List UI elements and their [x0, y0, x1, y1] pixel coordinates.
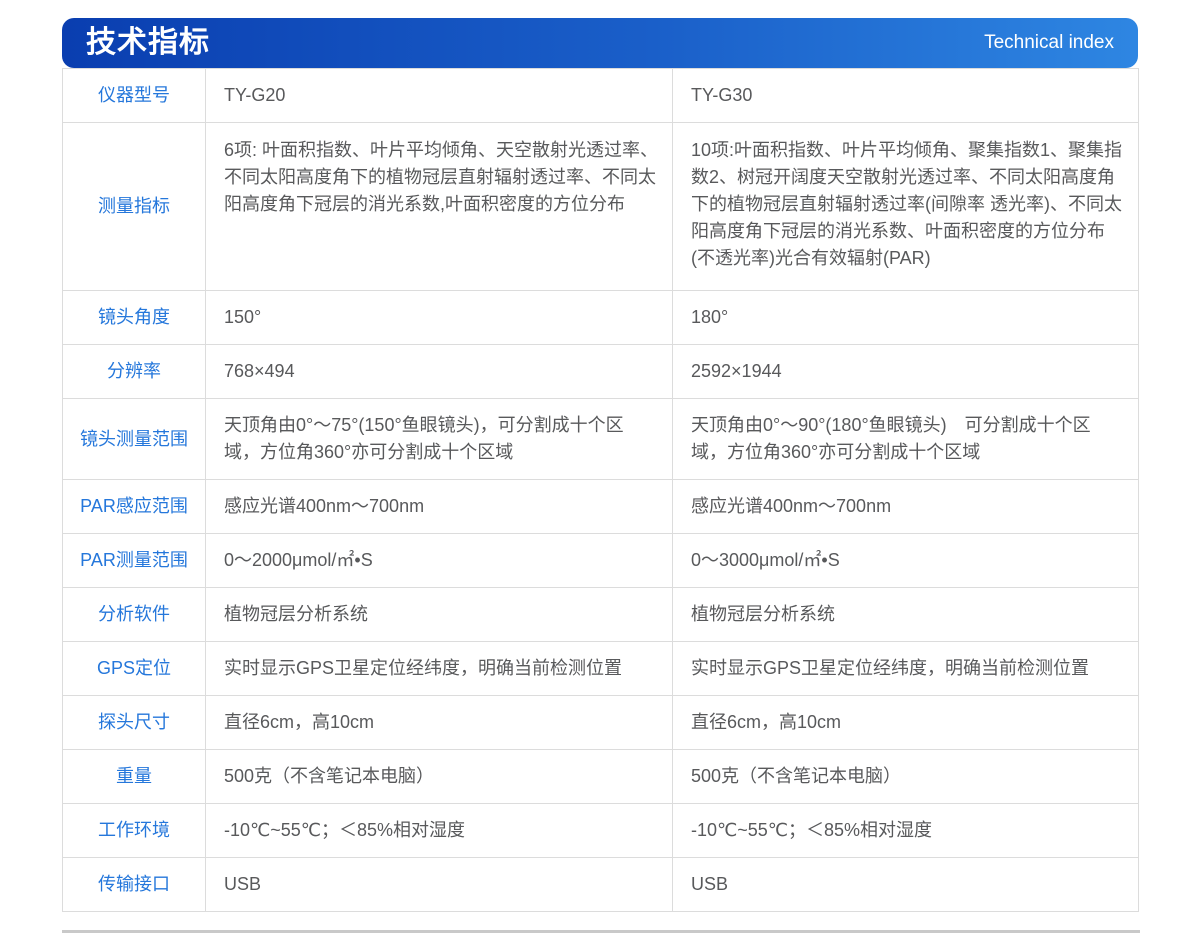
- spec-value-g20: 直径6cm，高10cm: [206, 696, 673, 750]
- spec-value-g20: -10℃~55℃；＜85%相对湿度: [206, 804, 673, 858]
- spec-table: 仪器型号 TY-G20 TY-G30 测量指标 6项: 叶面积指数、叶片平均倾角…: [62, 68, 1139, 912]
- spec-label: 工作环境: [63, 804, 206, 858]
- table-row-weight: 重量 500克（不含笔记本电脑） 500克（不含笔记本电脑）: [63, 750, 1139, 804]
- table-row-probe-size: 探头尺寸 直径6cm，高10cm 直径6cm，高10cm: [63, 696, 1139, 750]
- spec-value-g30: 天顶角由0°～90°(180°鱼眼镜头) 可分割成十个区域，方位角360°亦可分…: [673, 399, 1139, 480]
- spec-value-g20: 6项: 叶面积指数、叶片平均倾角、天空散射光透过率、不同太阳高度角下的植物冠层直…: [206, 123, 673, 291]
- spec-value-g20: 植物冠层分析系统: [206, 588, 673, 642]
- spec-value-g30: 500克（不含笔记本电脑）: [673, 750, 1139, 804]
- spec-value-g30: 10项:叶面积指数、叶片平均倾角、聚集指数1、聚集指数2、树冠开阔度天空散射光透…: [673, 123, 1139, 291]
- spec-value-g30: TY-G30: [673, 69, 1139, 123]
- table-row-model: 仪器型号 TY-G20 TY-G30: [63, 69, 1139, 123]
- table-row-software: 分析软件 植物冠层分析系统 植物冠层分析系统: [63, 588, 1139, 642]
- spec-value-g30: 直径6cm，高10cm: [673, 696, 1139, 750]
- spec-label: 重量: [63, 750, 206, 804]
- spec-value-g20: 150°: [206, 291, 673, 345]
- table-row-environment: 工作环境 -10℃~55℃；＜85%相对湿度 -10℃~55℃；＜85%相对湿度: [63, 804, 1139, 858]
- spec-value-g30: 0～3000μmol/㎡•S: [673, 534, 1139, 588]
- spec-value-g20: TY-G20: [206, 69, 673, 123]
- spec-label: PAR感应范围: [63, 480, 206, 534]
- spec-value-g30: -10℃~55℃；＜85%相对湿度: [673, 804, 1139, 858]
- table-row-lens-angle: 镜头角度 150° 180°: [63, 291, 1139, 345]
- spec-label: 镜头角度: [63, 291, 206, 345]
- table-row-indicators: 测量指标 6项: 叶面积指数、叶片平均倾角、天空散射光透过率、不同太阳高度角下的…: [63, 123, 1139, 291]
- spec-value-g20: 感应光谱400nm～700nm: [206, 480, 673, 534]
- spec-label: PAR测量范围: [63, 534, 206, 588]
- spec-value-g20: 768×494: [206, 345, 673, 399]
- spec-label: 探头尺寸: [63, 696, 206, 750]
- spec-value-g30: USB: [673, 858, 1139, 912]
- page-subtitle-english: Technical index: [984, 32, 1114, 54]
- table-row-interface: 传输接口 USB USB: [63, 858, 1139, 912]
- spec-value-g20: 0～2000μmol/㎡•S: [206, 534, 673, 588]
- spec-label: 分析软件: [63, 588, 206, 642]
- spec-label: GPS定位: [63, 642, 206, 696]
- spec-value-g20: 实时显示GPS卫星定位经纬度，明确当前检测位置: [206, 642, 673, 696]
- spec-value-g30: 实时显示GPS卫星定位经纬度，明确当前检测位置: [673, 642, 1139, 696]
- spec-value-g30: 2592×1944: [673, 345, 1139, 399]
- table-row-resolution: 分辨率 768×494 2592×1944: [63, 345, 1139, 399]
- spec-value-g20: 500克（不含笔记本电脑）: [206, 750, 673, 804]
- table-row-par-range: PAR测量范围 0～2000μmol/㎡•S 0～3000μmol/㎡•S: [63, 534, 1139, 588]
- spec-table-body: 仪器型号 TY-G20 TY-G30 测量指标 6项: 叶面积指数、叶片平均倾角…: [63, 69, 1139, 912]
- section-header-bar: 技术指标 Technical index: [62, 18, 1138, 68]
- table-row-lens-range: 镜头测量范围 天顶角由0°～75°(150°鱼眼镜头)，可分割成十个区域，方位角…: [63, 399, 1139, 480]
- spec-value-g20: USB: [206, 858, 673, 912]
- table-row-gps: GPS定位 实时显示GPS卫星定位经纬度，明确当前检测位置 实时显示GPS卫星定…: [63, 642, 1139, 696]
- table-row-par-sensing: PAR感应范围 感应光谱400nm～700nm 感应光谱400nm～700nm: [63, 480, 1139, 534]
- spec-value-g20: 天顶角由0°～75°(150°鱼眼镜头)，可分割成十个区域，方位角360°亦可分…: [206, 399, 673, 480]
- spec-label: 测量指标: [63, 123, 206, 291]
- spec-label: 仪器型号: [63, 69, 206, 123]
- bottom-divider-line: [62, 930, 1140, 933]
- spec-label: 镜头测量范围: [63, 399, 206, 480]
- spec-value-g30: 感应光谱400nm～700nm: [673, 480, 1139, 534]
- spec-sheet-page: 技术指标 Technical index 仪器型号 TY-G20 TY-G30 …: [0, 0, 1200, 941]
- spec-label: 传输接口: [63, 858, 206, 912]
- spec-value-g30: 180°: [673, 291, 1139, 345]
- spec-value-g30: 植物冠层分析系统: [673, 588, 1139, 642]
- spec-label: 分辨率: [63, 345, 206, 399]
- page-title: 技术指标: [86, 18, 210, 68]
